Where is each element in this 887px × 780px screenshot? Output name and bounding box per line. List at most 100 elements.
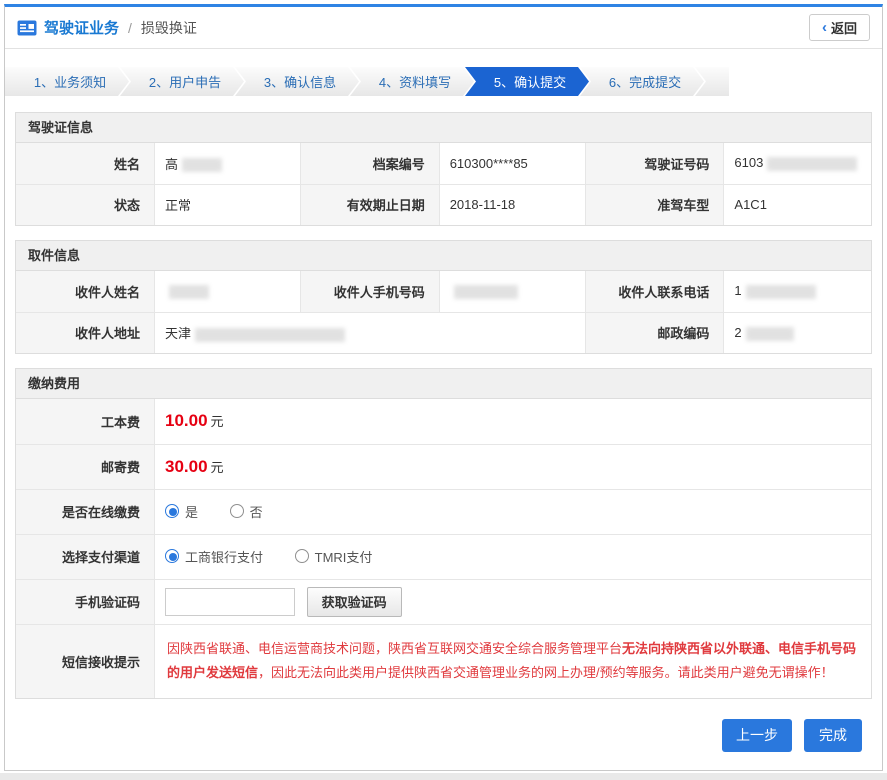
section-payment: 缴纳费用 工本费 10.00 元 邮寄费 30.00 元 是否在线缴费 是 否 … [15,368,872,699]
table-row: 工本费 10.00 元 [16,399,871,445]
license-info-table: 姓名 高 档案编号 610300****85 驾驶证号码 6103 状态 正常 … [16,143,871,225]
table-row: 选择支付渠道 工商银行支付 TMRI支付 [16,533,871,580]
payment-channel-label: 选择支付渠道 [16,533,155,580]
radio-unselected-icon [229,504,244,519]
table-row: 收件人地址 天津 邮政编码 2 [16,311,871,353]
footer-actions: 上一步 完成 [15,713,872,770]
fee-unit: 元 [210,414,224,430]
online-payment-options: 是 否 [154,488,871,535]
previous-step-button[interactable]: 上一步 [722,718,792,752]
zip-code-label: 邮政编码 [584,311,725,353]
sms-code-field: 获取验证码 [154,578,871,625]
zip-code-text: 2 [734,324,742,340]
postage-fee-value: 30.00 元 [154,443,871,490]
recipient-address-label: 收件人地址 [16,311,155,353]
page-subtitle: 损毁换证 [140,19,197,36]
channel-icbc-radio[interactable]: 工商银行支付 [165,547,263,566]
section-title: 驾驶证信息 [16,113,871,143]
get-sms-code-button[interactable]: 获取验证码 [306,586,402,617]
step-2-user-declaration[interactable]: 2、用户申告 [120,67,244,96]
step-3-confirm-info[interactable]: 3、确认信息 [235,67,359,96]
name-value: 高 [153,143,302,185]
recipient-mobile-value [438,271,586,313]
recipient-phone-label: 收件人联系电话 [584,271,725,313]
table-row: 邮寄费 30.00 元 [16,443,871,490]
production-fee-label: 工本费 [16,399,155,445]
license-number-label: 驾驶证号码 [584,143,725,185]
sms-notice-part1: 因陕西省联通、电信运营商技术问题，陕西省互联网交通安全综合服务管理平台 [167,640,623,656]
redacted-value [169,285,209,300]
radio-selected-icon [165,504,179,519]
status-value: 正常 [153,183,302,225]
name-label: 姓名 [16,143,155,185]
zip-code-value: 2 [723,311,871,353]
radio-label: 工商银行支付 [185,549,264,565]
vehicle-class-value: A1C1 [723,183,871,225]
step-label: 1、业务须知 [33,75,107,90]
vehicle-class-label: 准驾车型 [584,183,725,225]
expiry-value: 2018-11-18 [438,183,586,225]
payment-table: 工本费 10.00 元 邮寄费 30.00 元 是否在线缴费 是 否 选择支付渠… [16,399,871,698]
recipient-name-label: 收件人姓名 [16,271,155,313]
recipient-name-value [153,271,302,313]
step-1-business-notice[interactable]: 1、业务须知 [5,67,129,96]
postage-fee-label: 邮寄费 [16,443,155,490]
table-row: 收件人姓名 收件人手机号码 收件人联系电话 1 [16,271,871,313]
step-label: 6、完成提交 [608,75,682,90]
back-chevron-icon: ‹ [821,19,827,36]
radio-label: 是 [185,504,199,520]
step-label: 3、确认信息 [263,75,337,90]
radio-label: 否 [249,504,263,520]
redacted-value [182,158,223,173]
table-row: 姓名 高 档案编号 610300****85 驾驶证号码 6103 [16,143,871,185]
page-title: 驾驶证业务 [44,20,120,37]
step-label: 5、确认提交 [493,75,567,90]
title-group: 驾驶证业务 / 损毁换证 [17,17,197,38]
channel-tmri-radio[interactable]: TMRI支付 [294,547,373,566]
table-row: 短信接收提示 因陕西省联通、电信运营商技术问题，陕西省互联网交通安全综合服务管理… [16,623,871,698]
step-4-fill-materials[interactable]: 4、资料填写 [350,67,474,96]
redacted-value [767,157,858,172]
sms-code-label: 手机验证码 [16,578,155,625]
back-button[interactable]: ‹ 返回 [808,14,870,41]
section-title: 取件信息 [16,241,871,271]
production-fee-amount: 10.00 [165,411,208,431]
recipient-address-text: 天津 [165,326,192,342]
step-6-complete-submit[interactable]: 6、完成提交 [580,67,704,96]
license-business-icon [17,20,37,36]
name-value-text: 高 [165,156,179,172]
license-number-value: 6103 [723,143,871,185]
back-button-label: 返回 [830,21,857,36]
redacted-value [745,326,794,341]
pickup-info-table: 收件人姓名 收件人手机号码 收件人联系电话 1 收件人地址 天津 邮政编码 2 [16,271,871,353]
table-row: 是否在线缴费 是 否 [16,488,871,535]
recipient-phone-value: 1 [723,271,871,313]
recipient-phone-text: 1 [734,283,742,299]
file-number-value: 610300****85 [438,143,586,185]
expiry-label: 有效期止日期 [300,183,440,225]
redacted-value [195,327,346,342]
recipient-address-value: 天津 [154,311,586,353]
license-number-text: 6103 [734,155,764,171]
main-content: 驾驶证信息 姓名 高 档案编号 610300****85 驾驶证号码 6103 … [5,112,882,770]
step-5-confirm-submit[interactable]: 5、确认提交 [465,67,589,96]
payment-channel-options: 工商银行支付 TMRI支付 [154,533,871,580]
section-title: 缴纳费用 [16,369,871,399]
production-fee-value: 10.00 元 [154,399,871,445]
radio-unselected-icon [294,549,309,564]
online-payment-label: 是否在线缴费 [16,488,155,535]
sms-code-input[interactable] [165,587,295,616]
online-yes-radio[interactable]: 是 [165,502,198,521]
radio-label: TMRI支付 [314,549,373,565]
sms-notice-part3: ，因此无法向此类用户提供陕西省交通管理业务的网上办理/预约等服务。请此类用户避免… [258,665,834,681]
file-number-label: 档案编号 [300,143,440,185]
section-pickup-info: 取件信息 收件人姓名 收件人手机号码 收件人联系电话 1 收件人地址 天津 邮政… [15,240,872,354]
status-label: 状态 [16,183,155,225]
finish-button[interactable]: 完成 [804,718,862,752]
table-row: 手机验证码 获取验证码 [16,578,871,625]
step-navigation: 1、业务须知 2、用户申告 3、确认信息 4、资料填写 5、确认提交 6、完成提… [5,67,882,96]
step-label: 4、资料填写 [378,75,452,90]
postage-fee-amount: 30.00 [165,456,208,476]
online-no-radio[interactable]: 否 [229,502,263,521]
radio-selected-icon [165,549,179,564]
